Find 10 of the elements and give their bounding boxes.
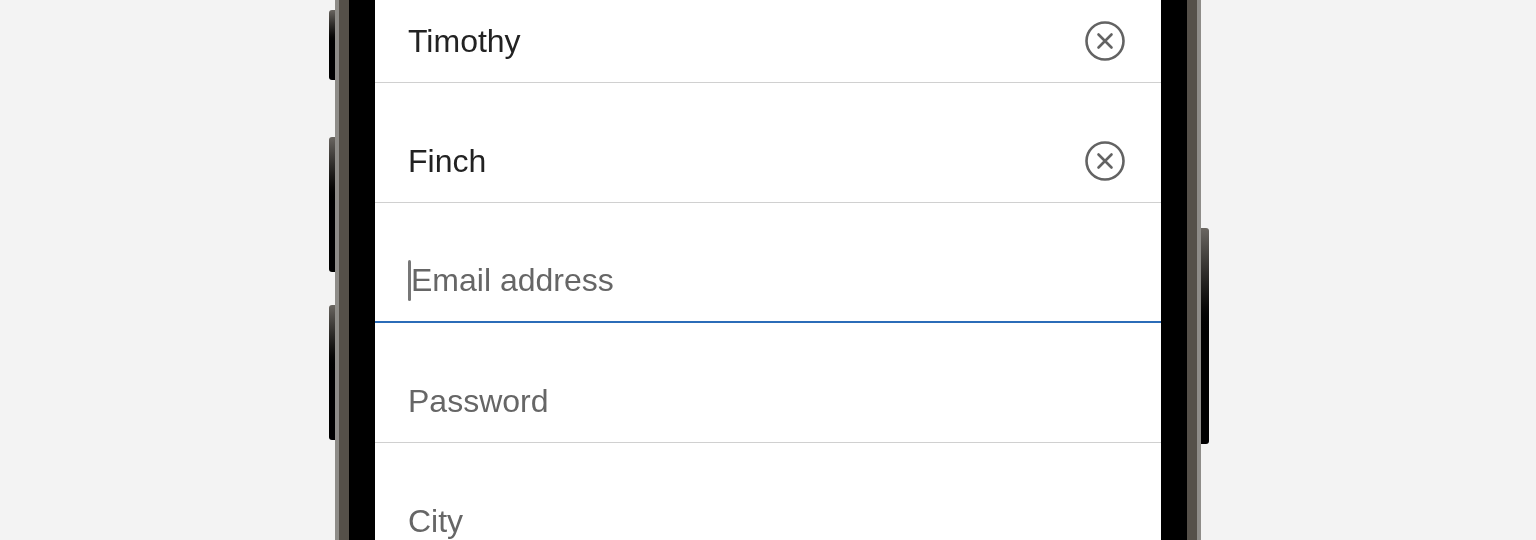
- clear-button[interactable]: [1085, 20, 1125, 61]
- text-field[interactable]: City: [375, 443, 1161, 540]
- text-cursor: [408, 259, 411, 301]
- clear-icon: [1085, 20, 1125, 61]
- text-field[interactable]: Timothy: [375, 0, 1161, 83]
- text-field[interactable]: Password: [375, 323, 1161, 443]
- text-field[interactable]: Finch: [375, 83, 1161, 203]
- clear-button[interactable]: [1085, 140, 1125, 181]
- text-field[interactable]: Email address: [375, 203, 1161, 323]
- clear-icon: [1085, 140, 1125, 181]
